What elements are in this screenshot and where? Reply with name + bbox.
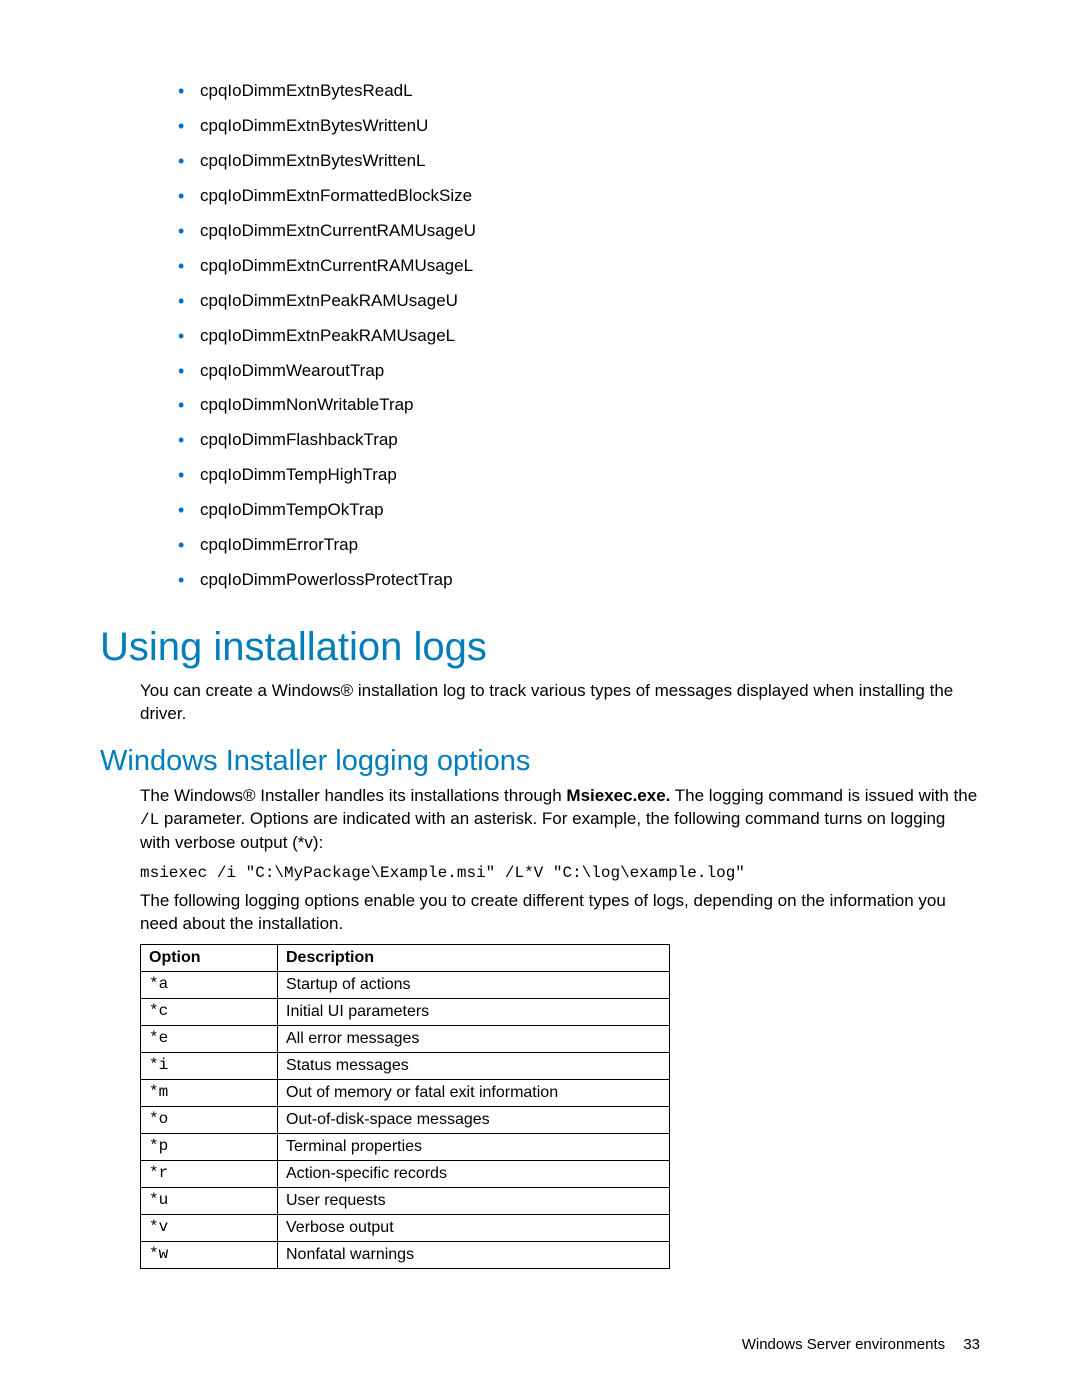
- snmp-list: cpqIoDimmExtnBytesReadL cpqIoDimmExtnByte…: [100, 80, 980, 592]
- table-row: *wNonfatal warnings: [141, 1242, 670, 1269]
- msiexec-exe: Msiexec.exe.: [566, 786, 670, 805]
- description-cell: Status messages: [278, 1053, 670, 1080]
- description-cell: Verbose output: [278, 1215, 670, 1242]
- table-row: *oOut-of-disk-space messages: [141, 1107, 670, 1134]
- column-header-description: Description: [278, 945, 670, 972]
- page-footer: Windows Server environments 33: [742, 1335, 980, 1355]
- paragraph-logging-options-intro: The following logging options enable you…: [140, 890, 980, 936]
- document-page: cpqIoDimmExtnBytesReadL cpqIoDimmExtnByte…: [0, 0, 1080, 1397]
- list-item: cpqIoDimmExtnBytesWrittenU: [180, 115, 980, 138]
- table-header-row: Option Description: [141, 945, 670, 972]
- text-fragment: The logging command is issued with the: [670, 786, 977, 805]
- option-cell: *p: [141, 1134, 278, 1161]
- list-item: cpqIoDimmExtnBytesWrittenL: [180, 150, 980, 173]
- list-item: cpqIoDimmExtnCurrentRAMUsageL: [180, 255, 980, 278]
- logging-options-table: Option Description *aStartup of actions*…: [140, 944, 670, 1269]
- heading-using-installation-logs: Using installation logs: [100, 620, 980, 674]
- list-item: cpqIoDimmExtnBytesReadL: [180, 80, 980, 103]
- list-item: cpqIoDimmPowerlossProtectTrap: [180, 569, 980, 592]
- description-cell: Initial UI parameters: [278, 999, 670, 1026]
- list-item: cpqIoDimmExtnCurrentRAMUsageU: [180, 220, 980, 243]
- table-row: *aStartup of actions: [141, 972, 670, 999]
- l-parameter: /L: [140, 811, 159, 829]
- column-header-option: Option: [141, 945, 278, 972]
- description-cell: Terminal properties: [278, 1134, 670, 1161]
- table-row: *pTerminal properties: [141, 1134, 670, 1161]
- option-cell: *i: [141, 1053, 278, 1080]
- option-cell: *m: [141, 1080, 278, 1107]
- option-cell: *u: [141, 1188, 278, 1215]
- description-cell: Out-of-disk-space messages: [278, 1107, 670, 1134]
- list-item: cpqIoDimmExtnFormattedBlockSize: [180, 185, 980, 208]
- description-cell: Startup of actions: [278, 972, 670, 999]
- table-row: *vVerbose output: [141, 1215, 670, 1242]
- table-body: *aStartup of actions*cInitial UI paramet…: [141, 972, 670, 1269]
- table-row: *rAction-specific records: [141, 1161, 670, 1188]
- text-fragment: parameter. Options are indicated with an…: [140, 809, 945, 852]
- list-item: cpqIoDimmTempOkTrap: [180, 499, 980, 522]
- list-item: cpqIoDimmTempHighTrap: [180, 464, 980, 487]
- list-item: cpqIoDimmWearoutTrap: [180, 360, 980, 383]
- description-cell: User requests: [278, 1188, 670, 1215]
- option-cell: *r: [141, 1161, 278, 1188]
- text-fragment: The Windows® Installer handles its insta…: [140, 786, 566, 805]
- option-cell: *a: [141, 972, 278, 999]
- option-cell: *c: [141, 999, 278, 1026]
- code-block-msiexec-command: msiexec /i "C:\MyPackage\Example.msi" /L…: [140, 863, 980, 885]
- table-row: *eAll error messages: [141, 1026, 670, 1053]
- option-cell: *e: [141, 1026, 278, 1053]
- description-cell: Nonfatal warnings: [278, 1242, 670, 1269]
- footer-section-title: Windows Server environments: [742, 1336, 945, 1353]
- list-item: cpqIoDimmErrorTrap: [180, 534, 980, 557]
- description-cell: Out of memory or fatal exit information: [278, 1080, 670, 1107]
- paragraph-install-log-intro: You can create a Windows® installation l…: [140, 680, 980, 726]
- table-row: *uUser requests: [141, 1188, 670, 1215]
- description-cell: Action-specific records: [278, 1161, 670, 1188]
- option-cell: *w: [141, 1242, 278, 1269]
- table-row: *mOut of memory or fatal exit informatio…: [141, 1080, 670, 1107]
- description-cell: All error messages: [278, 1026, 670, 1053]
- table-row: *iStatus messages: [141, 1053, 670, 1080]
- list-item: cpqIoDimmExtnPeakRAMUsageL: [180, 325, 980, 348]
- option-cell: *o: [141, 1107, 278, 1134]
- paragraph-msiexec-intro: The Windows® Installer handles its insta…: [140, 785, 980, 854]
- list-item: cpqIoDimmExtnPeakRAMUsageU: [180, 290, 980, 313]
- heading-windows-installer-logging-options: Windows Installer logging options: [100, 742, 980, 781]
- table-row: *cInitial UI parameters: [141, 999, 670, 1026]
- list-item: cpqIoDimmNonWritableTrap: [180, 394, 980, 417]
- list-item: cpqIoDimmFlashbackTrap: [180, 429, 980, 452]
- option-cell: *v: [141, 1215, 278, 1242]
- footer-page-number: 33: [963, 1336, 980, 1353]
